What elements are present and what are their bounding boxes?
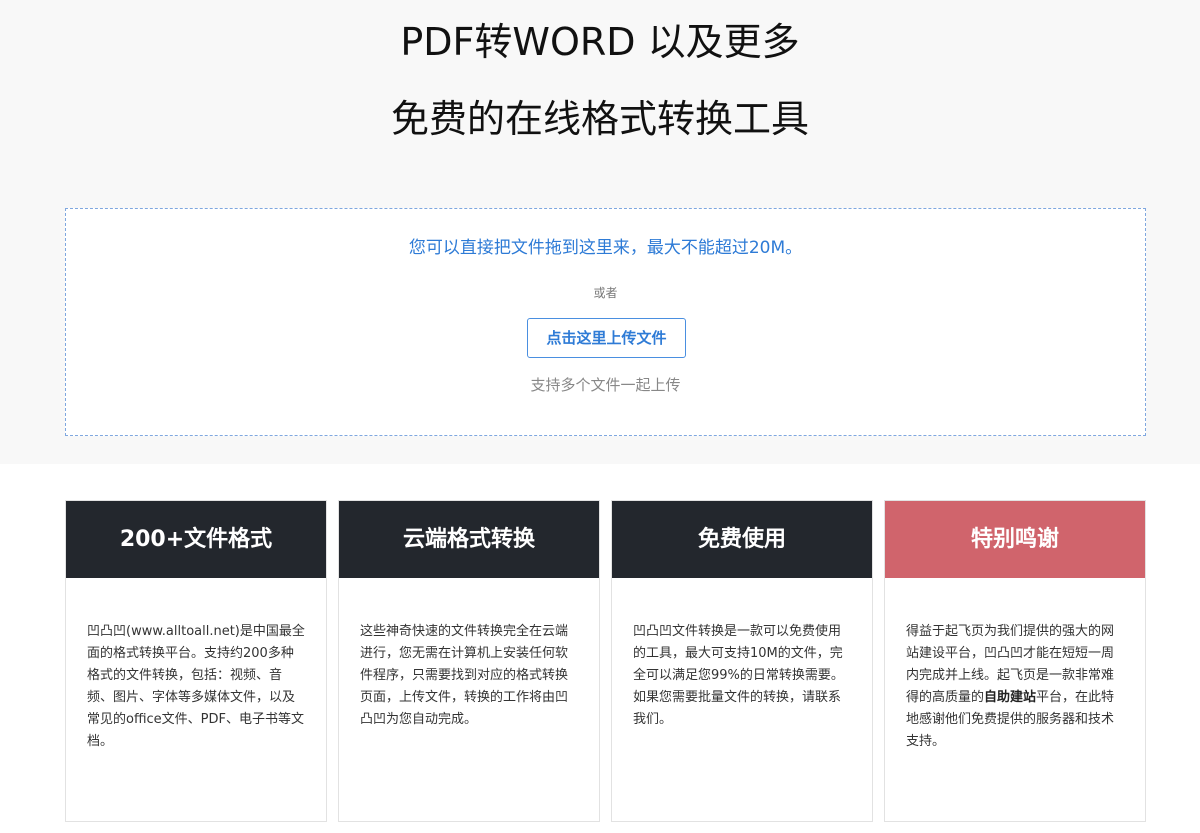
feature-card-cloud: 云端格式转换 这些神奇快速的文件转换完全在云端进行，您无需在计算机上安装任何软件… (338, 500, 600, 822)
feature-card-body: 凹凸凹(www.alltoall.net)是中国最全面的格式转换平台。支持约20… (87, 624, 305, 749)
feature-card-free: 免费使用 凹凸凹文件转换是一款可以免费使用的工具，最大可支持10M的文件，完全可… (611, 500, 873, 822)
file-dropzone[interactable]: 您可以直接把文件拖到这里来，最大不能超过20M。 或者 点击这里上传文件 支持多… (65, 208, 1146, 436)
feature-card-formats: 200+文件格式 凹凸凹(www.alltoall.net)是中国最全面的格式转… (65, 500, 327, 822)
feature-card-body: 这些神奇快速的文件转换完全在云端进行，您无需在计算机上安装任何软件程序，只需要找… (360, 624, 569, 727)
self-build-site-link[interactable]: 自助建站 (984, 690, 1036, 705)
feature-card-body: 得益于起飞页为我们提供的强大的网站建设平台，凹凸凹才能在短短一周内完成并上线。起… (885, 578, 1145, 753)
or-separator-text: 或者 (593, 286, 618, 300)
feature-card-title: 特别鸣谢 (885, 501, 1145, 578)
feature-card-title: 200+文件格式 (66, 501, 326, 578)
page-title: PDF转WORD 以及更多 (400, 20, 800, 64)
multi-upload-hint: 支持多个文件一起上传 (530, 376, 681, 394)
hero-section: PDF转WORD 以及更多 免费的在线格式转换工具 您可以直接把文件拖到这里来，… (0, 0, 1200, 464)
feature-card-body: 凹凸凹文件转换是一款可以免费使用的工具，最大可支持10M的文件，完全可以满足您9… (633, 624, 844, 727)
drag-hint-text: 您可以直接把文件拖到这里来，最大不能超过20M。 (408, 238, 803, 258)
page-subtitle: 免费的在线格式转换工具 (390, 97, 809, 141)
upload-file-button[interactable]: 点击这里上传文件 (527, 318, 686, 358)
feature-card-title: 云端格式转换 (339, 501, 599, 578)
feature-card-title: 免费使用 (612, 501, 872, 578)
feature-card-thanks: 特别鸣谢 得益于起飞页为我们提供的强大的网站建设平台，凹凸凹才能在短短一周内完成… (884, 500, 1146, 822)
